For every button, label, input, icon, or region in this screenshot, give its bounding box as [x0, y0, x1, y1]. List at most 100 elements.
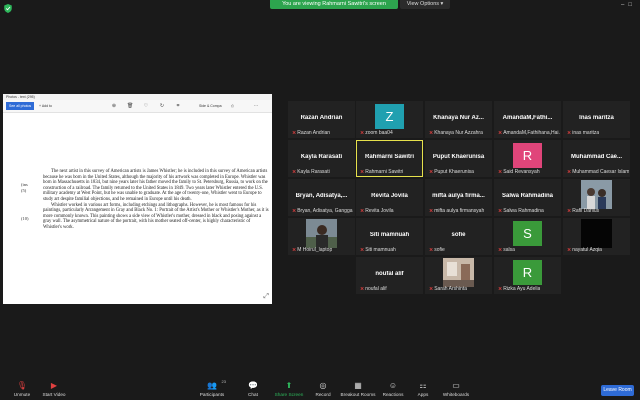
- window-controls[interactable]: – □: [617, 2, 632, 8]
- participant-display-name: Bryan, Adisatya,...: [295, 193, 348, 199]
- more-options-icon[interactable]: ⋯: [253, 103, 259, 109]
- participant-display-name: Razan Andrian: [300, 115, 343, 121]
- mic-muted-icon: ⨯: [360, 247, 365, 253]
- participant-name-label: ⨯sofie: [429, 247, 445, 253]
- expand-icon[interactable]: ⤢: [263, 293, 269, 301]
- participant-tile[interactable]: ⨯M Hoirul_laptop: [288, 218, 355, 255]
- start-video-label: Start Video: [42, 392, 66, 397]
- participant-tile[interactable]: AmandaM,Fathi... ⨯AmandaM,Fathihana,Hai..…: [494, 101, 561, 138]
- participant-tile[interactable]: mifta aulya firma... ⨯mifta aulya firmans…: [425, 179, 492, 216]
- participants-label: Participants: [199, 392, 225, 397]
- maximize-icon[interactable]: □: [628, 2, 632, 8]
- participant-tile[interactable]: sofie ⨯sofie: [425, 218, 492, 255]
- participant-tile[interactable]: Salwa Rahmadina ⨯Salwa Rahmadina: [494, 179, 561, 216]
- record-label: Record: [315, 392, 331, 397]
- profile-photo: [581, 180, 612, 209]
- avatar: S: [513, 221, 542, 246]
- participants-icon: 👥: [207, 381, 217, 390]
- see-all-photos-button[interactable]: See all photos: [6, 102, 35, 110]
- participant-name-label: ⨯Razan Andrian: [292, 130, 330, 136]
- participant-tile[interactable]: ⨯Sarah Arshinta: [425, 257, 492, 294]
- whiteboards-button[interactable]: ▭ Whiteboards: [434, 381, 478, 397]
- participant-display-name: sofie: [451, 232, 466, 238]
- participant-tile[interactable]: Z ⨯zoom baa04: [356, 101, 423, 138]
- mic-muted-icon: ⨯: [498, 130, 503, 136]
- participant-tile[interactable]: S ⨯salsa: [494, 218, 561, 255]
- participant-name-label: ⨯Kayla Rarasati: [292, 169, 330, 175]
- participant-tile[interactable]: Muhammad Cae... ⨯Muhammad Caesar Islami..…: [563, 140, 630, 177]
- participant-tile[interactable]: Revita Jovila ⨯Revita Jovila: [356, 179, 423, 216]
- viewing-screen-banner: You are viewing Rahmarni Sawitri's scree…: [270, 0, 398, 9]
- participant-tile[interactable]: R ⨯Rizka Ayu Adelia: [494, 257, 561, 294]
- unmute-label: Unmute: [13, 392, 31, 397]
- participant-tile[interactable]: noufal alif ⨯noufal alif: [356, 257, 423, 294]
- participant-name-label: ⨯Salwa Rahmadina: [498, 208, 544, 214]
- participant-name-label: ⨯AmandaM,Fathihana,Hai...: [498, 130, 560, 136]
- side-by-side-button[interactable]: Side & Compa: [199, 102, 222, 110]
- participant-display-name: Khanaya Nur Az...: [433, 115, 484, 121]
- mic-muted-icon: ⨯: [567, 130, 572, 136]
- participant-tile[interactable]: ⨯nayatul Azqia: [563, 218, 630, 255]
- participant-tile[interactable]: Puput Khaerunisa ⨯Puput Khaerunisa: [425, 140, 492, 177]
- security-shield-icon[interactable]: [4, 4, 12, 13]
- participant-tile[interactable]: R ⨯Said Revansyah: [494, 140, 561, 177]
- video-off-icon: ▶: [50, 381, 58, 390]
- participant-tile[interactable]: Khanaya Nur Az... ⨯Khanaya Nur Azzahra: [425, 101, 492, 138]
- photos-toolbar: See all photos + Add to ⊕ 🗑 ♡ ↻ ⌗ Side &…: [3, 100, 272, 113]
- zoom-icon[interactable]: ⊕: [111, 103, 117, 109]
- participant-name: nayatul Azqia: [572, 247, 602, 253]
- participant-tile[interactable]: ⨯Rafli Darlius: [563, 179, 630, 216]
- line-marker: (ins: [21, 182, 28, 187]
- line-marker: (5): [21, 188, 27, 193]
- leave-room-button[interactable]: Leave Room: [601, 385, 634, 396]
- mic-muted-icon: ⨯: [360, 286, 365, 292]
- start-video-button[interactable]: ▶ Start Video: [32, 381, 76, 397]
- participant-tile[interactable]: Bryan, Adisatya,... ⨯Bryan, Adisatya, Gan…: [288, 179, 355, 216]
- participant-name: Revita Jovila: [365, 208, 394, 214]
- participant-display-name: Rahmarni Sawitri: [364, 154, 414, 160]
- minimize-icon[interactable]: –: [621, 2, 624, 8]
- participant-tile[interactable]: Inas maritza ⨯inas maritza: [563, 101, 630, 138]
- mic-muted-icon: ⨯: [429, 286, 434, 292]
- mic-muted-icon: ⨯: [498, 286, 503, 292]
- chat-label: Chat: [248, 392, 258, 397]
- participant-name: AmandaM,Fathihana,Hai...: [503, 130, 560, 136]
- shared-screen[interactable]: Photos - text (295) See all photos + Add…: [3, 94, 272, 304]
- mic-muted-icon: ⨯: [360, 130, 365, 136]
- delete-icon[interactable]: 🗑: [127, 103, 133, 109]
- participant-tile[interactable]: Kayla Rarasati ⨯Kayla Rarasati: [288, 140, 355, 177]
- view-options-button[interactable]: View Options ▾: [400, 0, 450, 9]
- add-to-button[interactable]: + Add to: [39, 102, 52, 110]
- participant-name: sofie: [434, 247, 445, 253]
- participant-display-name: Revita Jovila: [371, 193, 408, 199]
- participant-name-label: ⨯Said Revansyah: [498, 169, 540, 175]
- participant-name-label: ⨯zoom baa04: [360, 130, 393, 136]
- participant-name: Razan Andrian: [297, 130, 331, 136]
- print-icon[interactable]: ⎙: [231, 102, 234, 110]
- participant-name: Sarah Arshinta: [434, 286, 468, 292]
- avatar: Z: [375, 104, 404, 129]
- mic-muted-icon: ⨯: [292, 169, 297, 175]
- participant-name: Khanaya Nur Azzahra: [434, 130, 483, 136]
- crop-icon[interactable]: ⌗: [175, 103, 181, 109]
- participants-button[interactable]: 23 👥 Participants: [190, 379, 234, 397]
- mic-muted-icon: ⨯: [292, 130, 297, 136]
- avatar: R: [513, 143, 542, 168]
- profile-photo: [581, 219, 612, 248]
- participant-tile[interactable]: Siti mamnuah ⨯Siti mamnuah: [356, 218, 423, 255]
- rotate-icon[interactable]: ↻: [159, 103, 165, 109]
- participant-display-name: Puput Khaerunisa: [432, 154, 485, 160]
- mic-muted-icon: ⨯: [498, 169, 503, 175]
- participant-name: salsa: [503, 247, 515, 253]
- participant-name-label: ⨯inas maritza: [567, 130, 599, 136]
- avatar: R: [513, 260, 542, 285]
- participant-tile[interactable]: Razan Andrian ⨯Razan Andrian: [288, 101, 355, 138]
- mic-muted-icon: ⨯: [292, 247, 297, 253]
- mic-muted-icon: ⨯: [360, 208, 365, 214]
- participant-tile[interactable]: Rahmarni Sawitri ⨯Rahmarni Sawitri: [356, 140, 423, 177]
- favorite-icon[interactable]: ♡: [143, 103, 149, 109]
- participant-name: inas maritza: [572, 130, 600, 136]
- profile-photo: [443, 258, 474, 287]
- participant-name-label: ⨯Sarah Arshinta: [429, 286, 467, 292]
- participant-name-label: ⨯noufal alif: [360, 286, 387, 292]
